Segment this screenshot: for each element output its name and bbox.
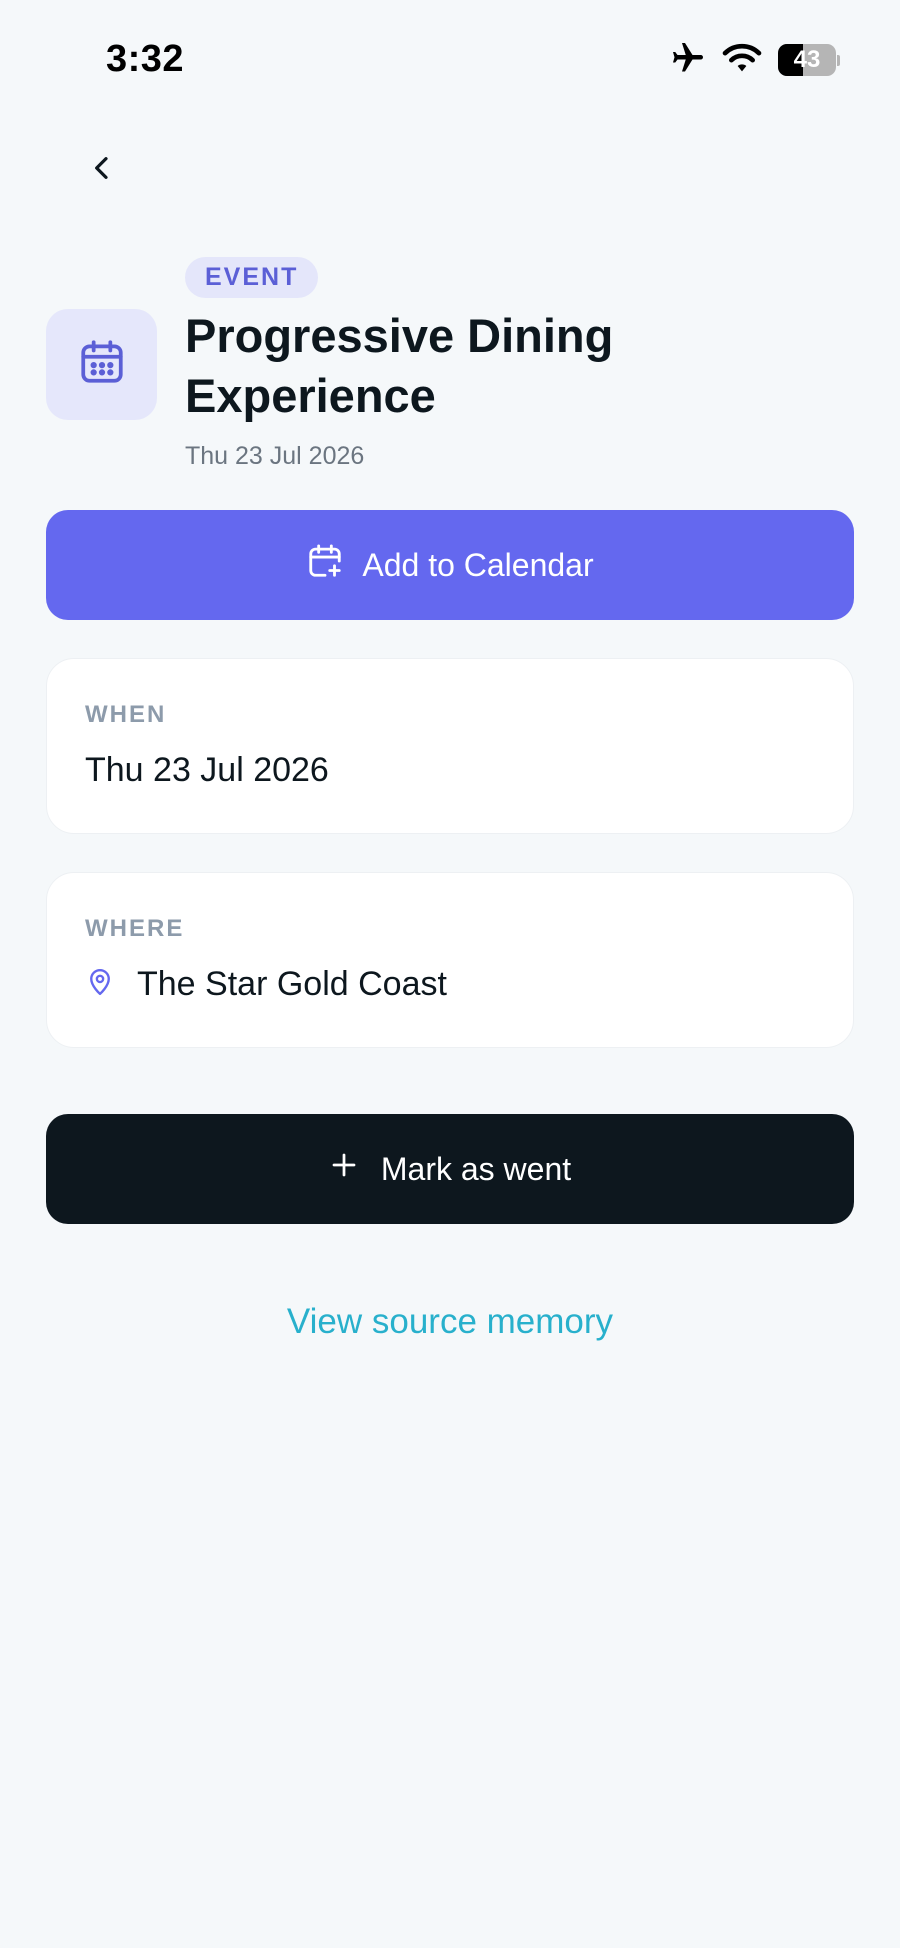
calendar-plus-icon — [306, 542, 344, 588]
mark-as-went-label: Mark as went — [380, 1150, 572, 1187]
page-title: Progressive Dining Experience — [185, 309, 614, 422]
when-label: WHEN — [85, 701, 167, 728]
status-icons: 43 — [670, 42, 840, 78]
back-button[interactable] — [72, 140, 132, 200]
category-badge: EVENT — [185, 257, 319, 298]
plus-icon — [329, 1150, 359, 1188]
map-pin-icon — [85, 967, 115, 1002]
when-card: WHEN Thu 23 Jul 2026 — [46, 658, 854, 834]
add-to-calendar-label: Add to Calendar — [362, 546, 594, 583]
status-bar: 3:32 43 — [0, 0, 900, 120]
where-label: WHERE — [85, 915, 185, 942]
view-source-memory-link[interactable]: View source memory — [0, 1302, 900, 1342]
where-row: The Star Gold Coast — [85, 965, 447, 1004]
add-to-calendar-button[interactable]: Add to Calendar — [46, 510, 854, 620]
event-date-subtitle: Thu 23 Jul 2026 — [185, 442, 365, 470]
chevron-left-icon — [86, 152, 118, 189]
status-time: 3:32 — [106, 38, 185, 80]
when-value: Thu 23 Jul 2026 — [85, 751, 329, 789]
battery-icon: 43 — [778, 44, 840, 76]
event-type-icon-box — [46, 309, 157, 420]
wifi-icon — [722, 42, 762, 79]
where-value: The Star Gold Coast — [137, 965, 447, 1003]
airplane-icon — [670, 40, 706, 81]
mark-as-went-button[interactable]: Mark as went — [46, 1114, 854, 1224]
where-card: WHERE The Star Gold Coast — [46, 872, 854, 1048]
battery-level: 43 — [793, 46, 821, 73]
calendar-icon — [77, 337, 127, 392]
